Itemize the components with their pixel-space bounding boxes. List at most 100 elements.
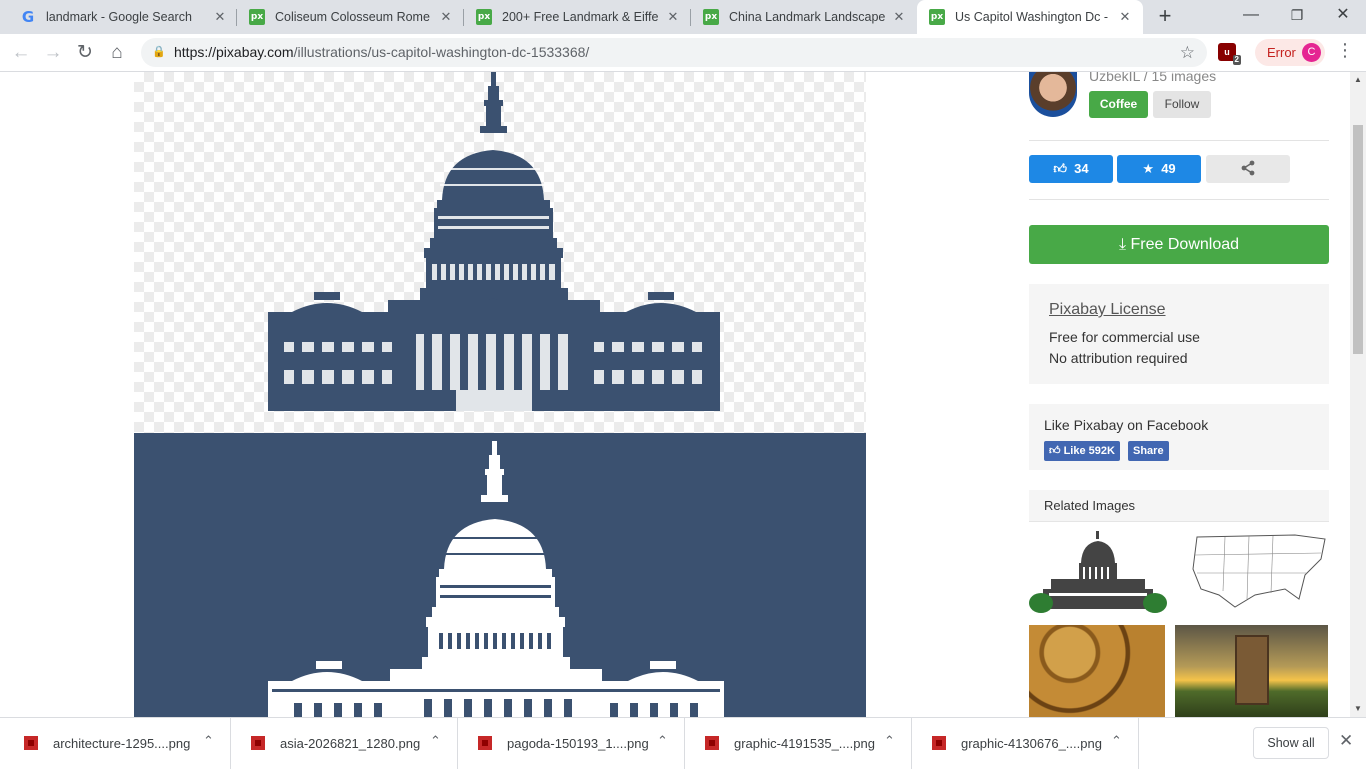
download-item[interactable]: architecture-1295....png ⌃ [4,718,231,769]
capitol-illustration [268,72,720,411]
show-all-downloads-button[interactable]: Show all [1253,727,1329,759]
home-button[interactable]: ⌂ [102,38,132,68]
facebook-like-button[interactable]: 👍︎ Like 592K [1044,441,1120,461]
like-button[interactable]: 👍︎ 34 [1029,155,1113,183]
new-tab-button[interactable]: + [1152,4,1178,30]
extension-badge: 2 [1232,55,1241,65]
main-image-transparent-preview[interactable] [134,72,866,434]
browser-menu-icon[interactable]: ⋮ [1336,40,1354,61]
tab-title: 200+ Free Landmark & Eiffel To [502,10,659,24]
book-shape [1235,635,1269,705]
scrollbar-thumb[interactable] [1353,125,1363,354]
error-label: Error [1267,45,1296,60]
related-image-coins[interactable] [1029,625,1165,717]
restore-button[interactable]: ❐ [1274,0,1320,32]
facebook-title: Like Pixabay on Facebook [1044,417,1209,433]
download-item[interactable]: pagoda-150193_1....png ⌃ [458,718,685,769]
download-item[interactable]: asia-2026821_1280.png ⌃ [231,718,458,769]
tab-close-icon[interactable]: ✕ [891,9,907,25]
coffee-button[interactable]: Coffee [1089,91,1148,118]
tab-title: landmark - Google Search [46,10,192,24]
tab-title: Coliseum Colosseum Rome - F [275,10,432,24]
forward-button[interactable]: → [38,38,68,68]
like-count: 34 [1074,161,1089,176]
facebook-share-button[interactable]: Share [1128,441,1169,461]
download-item[interactable]: graphic-4191535_....png ⌃ [685,718,912,769]
file-icon [705,736,719,750]
chevron-up-icon[interactable]: ⌃ [430,733,441,749]
chevron-up-icon[interactable]: ⌃ [657,733,668,749]
thumbs-up-icon: 👍︎ [1053,161,1067,176]
download-filename: asia-2026821_1280.png [280,736,421,751]
bookmark-star-icon[interactable]: ☆ [1180,38,1195,67]
minimize-button[interactable]: — [1228,0,1274,32]
url-host: https://pixabay.com [174,44,294,60]
extension-icon[interactable]: u2 [1218,43,1241,65]
license-line-commercial: Free for commercial use [1049,329,1200,345]
tab-landmark-eiffel[interactable]: px 200+ Free Landmark & Eiffel To ✕ [464,0,691,34]
free-download-button[interactable]: ⤓ Free Download [1029,225,1329,264]
tab-title: Us Capitol Washington Dc - Fre [955,10,1111,24]
related-image-capitol[interactable] [1029,529,1167,615]
tab-china-landmark[interactable]: px China Landmark Landscape - F ✕ [691,0,917,34]
related-image-usa-map[interactable] [1175,529,1329,615]
thumbs-up-icon: 👍︎ [1049,445,1061,457]
tab-title: China Landmark Landscape - F [729,10,885,24]
pixabay-icon: px [929,9,945,25]
chevron-up-icon[interactable]: ⌃ [203,733,214,749]
tab-close-icon[interactable]: ✕ [438,9,454,25]
follow-button[interactable]: Follow [1153,91,1211,118]
address-bar[interactable]: 🔒 https://pixabay.com/illustrations/us-c… [141,38,1207,67]
back-button[interactable]: ← [6,38,36,68]
divider [1029,199,1329,200]
scroll-up-arrow-icon[interactable]: ▲ [1350,72,1366,88]
share-icon [1241,160,1255,176]
star-icon: ★ [1142,161,1154,176]
author-avatar[interactable] [1029,72,1077,117]
license-panel: Pixabay License Free for commercial use … [1029,284,1329,384]
related-image-book-landscape[interactable] [1175,625,1328,717]
tab-close-icon[interactable]: ✕ [665,9,681,25]
profile-avatar: C [1302,43,1321,62]
tab-strip: G landmark - Google Search ✕ px Coliseum… [0,0,1366,34]
chevron-up-icon[interactable]: ⌃ [884,733,895,749]
share-button[interactable] [1206,155,1290,183]
related-thumbnail [1175,529,1329,615]
chevron-up-icon[interactable]: ⌃ [1111,733,1122,749]
file-icon [932,736,946,750]
browser-toolbar: ← → ↻ ⌂ 🔒 https://pixabay.com/illustrati… [0,34,1366,72]
download-filename: graphic-4191535_....png [734,736,875,751]
download-label: Free Download [1130,236,1240,253]
tab-coliseum[interactable]: px Coliseum Colosseum Rome - F ✕ [237,0,464,34]
download-filename: graphic-4130676_....png [961,736,1102,751]
file-icon [24,736,38,750]
file-icon [251,736,265,750]
license-link[interactable]: Pixabay License [1049,301,1166,319]
favorite-button[interactable]: ★ 49 [1117,155,1201,183]
tab-us-capitol[interactable]: px Us Capitol Washington Dc - Fre ✕ [917,0,1143,34]
lock-icon: 🔒 [152,46,166,58]
google-icon: G [21,8,35,26]
capitol-illustration-white [268,441,724,717]
tab-close-icon[interactable]: ✕ [212,9,228,25]
tab-google-search[interactable]: G landmark - Google Search ✕ [8,0,238,34]
facebook-panel: Like Pixabay on Facebook 👍︎ Like 592K Sh… [1029,404,1329,470]
related-thumbnail [1029,529,1167,615]
main-image-dark-preview[interactable] [134,433,866,717]
scroll-down-arrow-icon[interactable]: ▼ [1350,701,1366,717]
related-images-header: Related Images [1029,490,1329,522]
page-scrollbar[interactable]: ▲ ▼ [1350,72,1366,717]
download-item[interactable]: graphic-4130676_....png ⌃ [912,718,1139,769]
file-icon [478,736,492,750]
pixabay-icon: px [703,9,719,25]
reload-button[interactable]: ↻ [70,38,100,68]
author-name[interactable]: UzbekIL / 15 images [1089,72,1216,84]
close-shelf-icon[interactable]: ✕ [1339,731,1353,751]
profile-error-button[interactable]: Error C [1255,39,1325,66]
tab-close-icon[interactable]: ✕ [1117,9,1133,25]
favorite-count: 49 [1161,161,1176,176]
divider [1029,140,1329,141]
close-window-button[interactable]: ✕ [1320,0,1366,32]
url-path: /illustrations/us-capitol-washington-dc-… [293,44,590,60]
download-shelf: architecture-1295....png ⌃ asia-2026821_… [0,717,1366,769]
